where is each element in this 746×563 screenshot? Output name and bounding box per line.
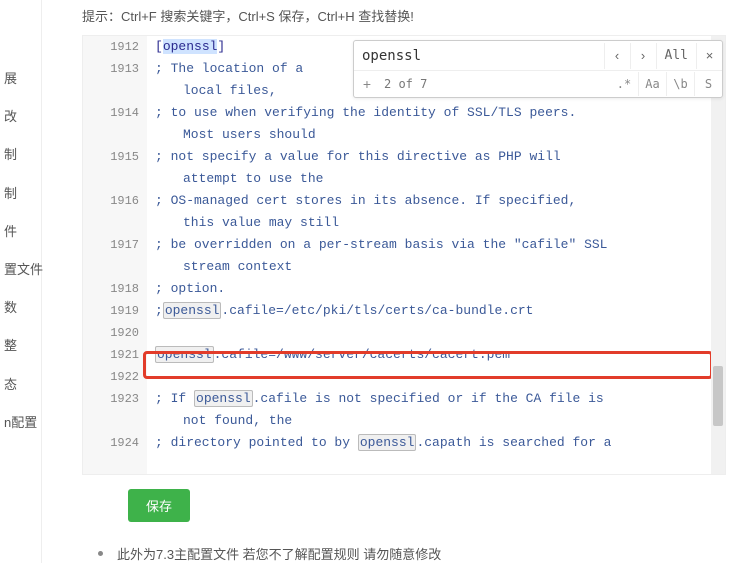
search-close-button[interactable]: × [696,43,722,69]
sidebar-item-2[interactable]: 制 [0,136,41,174]
search-opt-sel[interactable]: S [694,72,722,96]
code-line[interactable]: ;openssl.cafile=/etc/pki/tls/certs/ca-bu… [155,300,725,322]
search-prev-button[interactable]: ‹ [604,43,630,69]
code-editor[interactable]: ‹ › All × + 2 of 7 .* Aa \b S 1912 1913 [82,35,726,475]
code-line[interactable] [155,366,725,388]
search-all-button[interactable]: All [656,43,696,69]
sidebar-item-4[interactable]: 件 [0,213,41,251]
bullet-icon [98,551,103,556]
line-number-gutter: 1912 1913 1914 1915 1916 1917 1918 1919 … [83,36,147,474]
code-area[interactable]: [openssl] ; The location of a local file… [147,36,725,474]
code-line[interactable]: ; to use when verifying the identity of … [155,102,725,146]
footer-note: 此外为7.3主配置文件 若您不了解配置规则 请勿随意修改 [98,544,746,563]
search-opt-word[interactable]: \b [666,72,694,96]
sidebar-item-8[interactable]: 态 [0,366,41,404]
search-input[interactable] [354,48,604,64]
code-line[interactable]: ; be overridden on a per-stream basis vi… [155,234,725,278]
scroll-thumb[interactable] [713,366,723,426]
code-line[interactable]: ; If openssl.cafile is not specified or … [155,388,725,432]
sidebar-item-6[interactable]: 数 [0,289,41,327]
search-opt-case[interactable]: Aa [638,72,666,96]
sidebar-item-0[interactable]: 展 [0,60,41,98]
sidebar-item-3[interactable]: 制 [0,175,41,213]
code-line[interactable]: openssl.cafile=/www/server/cacerts/cacer… [155,344,725,366]
search-count: 2 of 7 [378,73,610,95]
code-line[interactable] [155,322,725,344]
code-line[interactable]: ; OS-managed cert stores in its absence.… [155,190,725,234]
sidebar: 展 改 制 制 件 置文件 数 整 态 n配置 [0,0,42,563]
sidebar-item-1[interactable]: 改 [0,98,41,136]
sidebar-item-5[interactable]: 置文件 [0,251,41,289]
code-line[interactable]: ; option. [155,278,725,300]
sidebar-item-9[interactable]: n配置 [0,404,41,442]
hint-text: 提示：Ctrl+F 搜索关键字，Ctrl+S 保存，Ctrl+H 查找替换! [42,0,746,31]
sidebar-item-7[interactable]: 整 [0,327,41,365]
search-opt-regex[interactable]: .* [610,72,638,96]
search-toggle-replace[interactable]: + [356,73,378,95]
scrollbar[interactable] [711,36,725,474]
code-line[interactable]: ; not specify a value for this directive… [155,146,725,190]
search-next-button[interactable]: › [630,43,656,69]
search-panel: ‹ › All × + 2 of 7 .* Aa \b S [353,40,723,98]
code-line[interactable]: ; directory pointed to by openssl.capath… [155,432,725,454]
save-button[interactable]: 保存 [128,489,190,522]
